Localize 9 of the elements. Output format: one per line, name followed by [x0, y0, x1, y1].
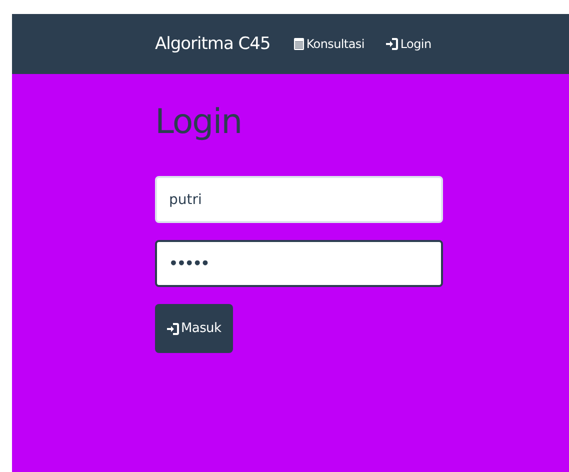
page-heading: Login [155, 102, 242, 142]
password-field[interactable]: ••••• [155, 240, 443, 287]
username-field[interactable]: putri [155, 176, 443, 223]
sign-in-icon [386, 38, 398, 50]
login-button[interactable]: Masuk [155, 304, 234, 353]
nav-link[interactable]: Konsultasi [294, 37, 364, 51]
sign-in-icon [167, 322, 179, 334]
brand-title[interactable]: Algoritma C45 [155, 34, 270, 54]
nav-link[interactable]: Login [386, 37, 432, 51]
